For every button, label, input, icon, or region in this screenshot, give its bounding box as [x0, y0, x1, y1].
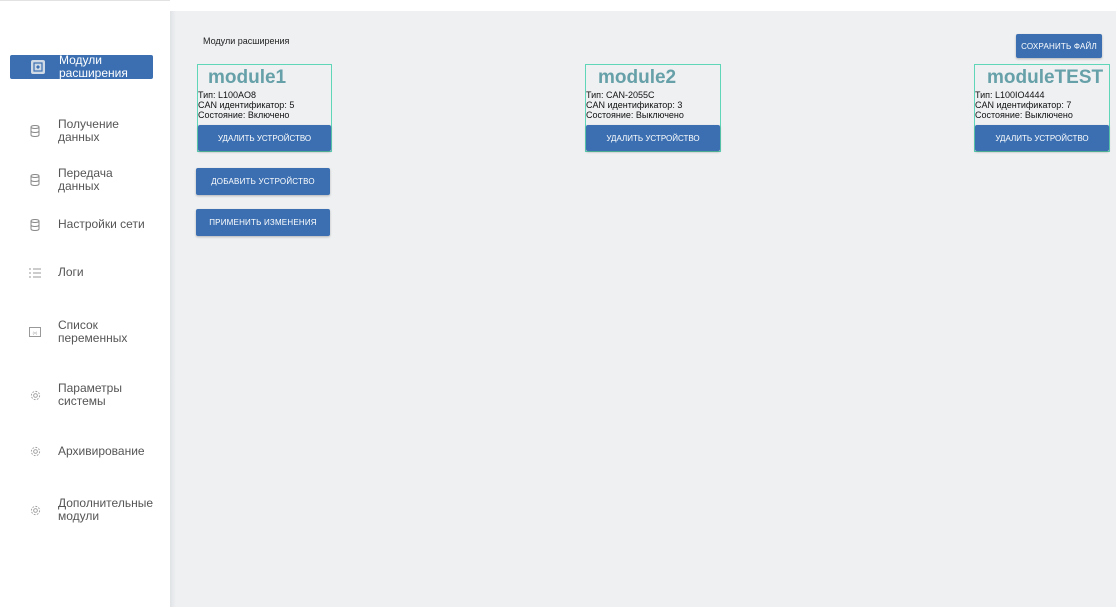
module-card: module2 Тип: CAN-2055C CAN идентификатор… [585, 64, 721, 152]
sidebar-item-system-parameters[interactable]: Параметры системы [10, 382, 153, 408]
sidebar-item-label: Список переменных [58, 318, 128, 345]
module-card: moduleTEST Тип: L100IO4444 CAN идентифик… [974, 64, 1110, 152]
sidebar-item-additional-modules[interactable]: Дополнительные модули [10, 497, 153, 523]
module-state: Состояние: Выключено [586, 110, 684, 120]
module-state: Состояние: Выключено [975, 110, 1073, 120]
svg-text:(x): (x) [33, 330, 38, 335]
list-icon [29, 267, 41, 279]
sidebar-item-label: Параметры системы [58, 381, 122, 408]
sidebar-item-logs[interactable]: Логи [10, 266, 153, 279]
sidebar-item-variables-list[interactable]: (x) Список переменных [10, 319, 153, 345]
database-icon [29, 174, 41, 186]
sidebar-item-label: Архивирование [58, 444, 145, 458]
variables-icon: (x) [29, 326, 41, 338]
gear-icon [29, 504, 41, 516]
module-icon [31, 60, 45, 74]
sidebar: Модули расширения Получение данных Перед… [0, 0, 170, 608]
delete-device-button[interactable]: УДАЛИТЬ УСТРОЙСТВО [586, 125, 720, 151]
sidebar-item-label: Модули расширения [59, 53, 128, 80]
sidebar-item-data-transfer[interactable]: Передача данных [10, 167, 153, 193]
sidebar-item-label: Настройки сети [58, 217, 145, 231]
gear-icon [29, 446, 41, 458]
module-type: Тип: CAN-2055C [586, 90, 655, 100]
sidebar-item-data-receive[interactable]: Получение данных [10, 118, 153, 144]
module-name: moduleTEST [987, 67, 1104, 88]
module-card: module1 Тип: L100AO8 CAN идентификатор: … [197, 64, 332, 152]
gear-icon [29, 389, 41, 401]
delete-device-button[interactable]: УДАЛИТЬ УСТРОЙСТВО [975, 125, 1109, 151]
sidebar-item-label: Логи [58, 265, 84, 279]
sidebar-item-archiving[interactable]: Архивирование [10, 445, 153, 458]
module-can-id: CAN идентификатор: 3 [586, 100, 683, 110]
module-type: Тип: L100IO4444 [975, 90, 1045, 100]
page-title: Модули расширения [203, 36, 290, 46]
module-name: module1 [208, 67, 287, 88]
delete-device-button[interactable]: УДАЛИТЬ УСТРОЙСТВО [198, 125, 331, 151]
module-can-id: CAN идентификатор: 7 [975, 100, 1072, 110]
sidebar-item-label: Передача данных [58, 166, 113, 193]
sidebar-item-network-settings[interactable]: Настройки сети [10, 218, 153, 231]
module-state: Состояние: Включено [198, 110, 290, 120]
sidebar-item-label: Дополнительные модули [58, 496, 153, 523]
database-icon [29, 218, 41, 231]
save-file-button[interactable]: СОХРАНИТЬ ФАЙЛ [1016, 34, 1102, 58]
apply-changes-button[interactable]: ПРИМЕНИТЬ ИЗМЕНЕНИЯ [196, 209, 330, 236]
module-can-id: CAN идентификатор: 5 [198, 100, 295, 110]
module-type: Тип: L100AO8 [198, 90, 257, 100]
add-device-button[interactable]: ДОБАВИТЬ УСТРОЙСТВО [196, 168, 330, 195]
database-icon [29, 125, 41, 137]
module-name: module2 [598, 67, 677, 88]
sidebar-item-expansion-modules[interactable]: Модули расширения [10, 53, 153, 80]
sidebar-item-label: Получение данных [58, 117, 119, 144]
